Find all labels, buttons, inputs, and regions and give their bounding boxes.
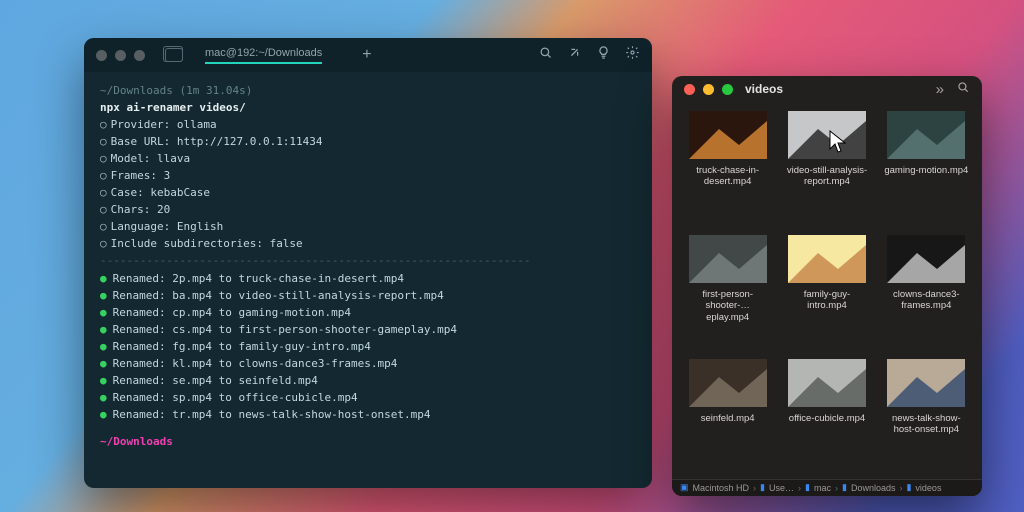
folder-icon: ▮ [842, 482, 847, 493]
maximize-button[interactable] [134, 50, 145, 61]
path-segment[interactable]: mac [814, 483, 831, 493]
close-button[interactable] [96, 50, 107, 61]
disk-icon: ▣ [680, 482, 689, 493]
file-name: family-guy-intro.mp4 [784, 289, 870, 313]
file-thumbnail [788, 111, 866, 159]
prompt-footer: ~/Downloads [100, 433, 636, 450]
terminal-output[interactable]: ~/Downloads (1m 31.04s) npx ai-renamer v… [84, 72, 652, 454]
renamed-line: ●Renamed: sp.mp4 to office-cubicle.mp4 [100, 389, 636, 406]
file-name: gaming-motion.mp4 [884, 165, 968, 177]
folder-icon: ▮ [760, 482, 765, 493]
chevron-right-icon: › [899, 483, 902, 493]
finder-grid: truck-chase-in-desert.mp4 video-still-ana… [672, 103, 982, 479]
finder-title: videos [745, 82, 783, 96]
path-segment[interactable]: Downloads [851, 483, 896, 493]
finder-path-bar[interactable]: ▣Macintosh HD›▮Use…›▮mac›▮Downloads›▮vid… [672, 479, 982, 496]
divider-line: ----------------------------------------… [100, 252, 636, 269]
setting-line: ○Case: kebabCase [100, 184, 636, 201]
file-thumbnail [887, 111, 965, 159]
file-name: first-person-shooter-…eplay.mp4 [685, 289, 771, 325]
file-item[interactable]: news-talk-show-host-onset.mp4 [879, 359, 974, 479]
file-item[interactable]: office-cubicle.mp4 [779, 359, 874, 479]
chevron-right-icon: › [835, 483, 838, 493]
setting-line: ○Frames: 3 [100, 167, 636, 184]
overflow-icon[interactable]: » [936, 81, 942, 98]
finder-window: videos » truck-chase-in-desert.mp4 video-… [672, 76, 982, 496]
file-name: seinfeld.mp4 [701, 413, 755, 425]
setting-line: ○Model: llava [100, 150, 636, 167]
file-item[interactable]: first-person-shooter-…eplay.mp4 [680, 235, 775, 355]
file-item[interactable]: video-still-analysis-report.mp4 [779, 111, 874, 231]
terminal-tab[interactable]: mac@192:~/Downloads [205, 47, 322, 64]
close-button[interactable] [684, 84, 695, 95]
folder-icon: ▮ [906, 482, 911, 493]
tab-overview-icon[interactable] [165, 48, 183, 62]
idea-icon[interactable] [596, 45, 611, 65]
prompt-header: ~/Downloads (1m 31.04s) [100, 82, 636, 99]
renamed-line: ●Renamed: ba.mp4 to video-still-analysis… [100, 287, 636, 304]
renamed-line: ●Renamed: cp.mp4 to gaming-motion.mp4 [100, 304, 636, 321]
file-name: truck-chase-in-desert.mp4 [685, 165, 771, 189]
file-thumbnail [689, 359, 767, 407]
setting-line: ○Include subdirectories: false [100, 235, 636, 252]
finder-titlebar[interactable]: videos » [672, 76, 982, 103]
file-item[interactable]: family-guy-intro.mp4 [779, 235, 874, 355]
file-name: clowns-dance3-frames.mp4 [883, 289, 969, 313]
file-thumbnail [788, 235, 866, 283]
renamed-line: ●Renamed: cs.mp4 to first-person-shooter… [100, 321, 636, 338]
setting-line: ○Language: English [100, 218, 636, 235]
path-segment[interactable]: Macintosh HD [693, 483, 750, 493]
file-name: video-still-analysis-report.mp4 [784, 165, 870, 189]
file-thumbnail [887, 235, 965, 283]
file-name: office-cubicle.mp4 [789, 413, 865, 425]
file-item[interactable]: truck-chase-in-desert.mp4 [680, 111, 775, 231]
chevron-right-icon: › [753, 483, 756, 493]
setting-line: ○Chars: 20 [100, 201, 636, 218]
terminal-traffic-lights [96, 50, 145, 61]
terminal-titlebar[interactable]: mac@192:~/Downloads + [84, 38, 652, 72]
file-thumbnail [788, 359, 866, 407]
minimize-button[interactable] [115, 50, 126, 61]
path-segment[interactable]: Use… [769, 483, 794, 493]
search-icon[interactable] [956, 80, 970, 99]
file-name: news-talk-show-host-onset.mp4 [883, 413, 969, 437]
path-segment[interactable]: videos [915, 483, 941, 493]
settings-icon[interactable] [625, 45, 640, 65]
file-thumbnail [689, 111, 767, 159]
renamed-line: ●Renamed: kl.mp4 to clowns-dance3-frames… [100, 355, 636, 372]
quick-actions-icon[interactable] [567, 45, 582, 65]
search-icon[interactable] [538, 45, 553, 65]
file-item[interactable]: gaming-motion.mp4 [879, 111, 974, 231]
setting-line: ○Base URL: http://127.0.0.1:11434 [100, 133, 636, 150]
file-thumbnail [689, 235, 767, 283]
renamed-line: ●Renamed: 2p.mp4 to truck-chase-in-deser… [100, 270, 636, 287]
file-thumbnail [887, 359, 965, 407]
file-item[interactable]: clowns-dance3-frames.mp4 [879, 235, 974, 355]
maximize-button[interactable] [722, 84, 733, 95]
renamed-line: ●Renamed: fg.mp4 to family-guy-intro.mp4 [100, 338, 636, 355]
renamed-line: ●Renamed: se.mp4 to seinfeld.mp4 [100, 372, 636, 389]
setting-line: ○Provider: ollama [100, 116, 636, 133]
file-item[interactable]: seinfeld.mp4 [680, 359, 775, 479]
terminal-window: mac@192:~/Downloads + ~/Downloads (1m 31… [84, 38, 652, 488]
new-tab-button[interactable]: + [362, 46, 371, 64]
minimize-button[interactable] [703, 84, 714, 95]
finder-traffic-lights [684, 84, 733, 95]
chevron-right-icon: › [798, 483, 801, 493]
renamed-line: ●Renamed: tr.mp4 to news-talk-show-host-… [100, 406, 636, 423]
folder-icon: ▮ [805, 482, 810, 493]
command-line: npx ai-renamer videos/ [100, 99, 636, 116]
